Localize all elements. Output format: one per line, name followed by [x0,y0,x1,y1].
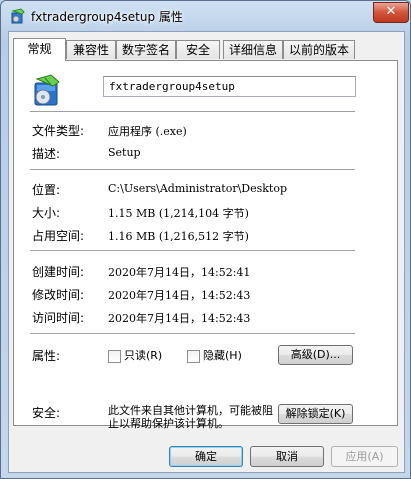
separator [30,169,355,170]
dialog-body: 常规 兼容性 数字签名 安全 详细信息 以前的版本 文件类型: 应用程序 (.e… [8,31,405,473]
modified-label: 修改时间: [32,288,85,302]
attributes-label: 属性: [32,349,61,363]
description-label: 描述: [32,147,61,161]
hidden-checkbox-label: 隐藏(H) [203,349,242,362]
ok-button[interactable]: 确定 [169,446,243,467]
file-type-label: 文件类型: [32,124,85,138]
cancel-button[interactable]: 取消 [250,446,324,467]
tab-compatibility[interactable]: 兼容性 [66,40,116,59]
tab-details[interactable]: 详细信息 [223,40,283,59]
separator [30,333,355,334]
separator [30,250,355,251]
title-bar[interactable]: fxtradergroup4setup 属性 ✕ [1,1,410,31]
location-value: C:\Users\Administrator\Desktop [108,182,288,195]
readonly-checkbox-label: 只读(R) [124,349,163,362]
hidden-checkbox[interactable]: 隐藏(H) [187,347,242,363]
advanced-button[interactable]: 高级(D)... [278,345,353,365]
location-label: 位置: [32,183,61,197]
accessed-label: 访问时间: [32,311,85,325]
size-value: 1.15 MB (1,214,104 字节) [108,207,249,220]
description-value: Setup [108,146,141,159]
general-panel: 文件类型: 应用程序 (.exe) 描述: Setup 位置: C:\Users… [13,60,398,430]
size-label: 大小: [32,206,61,220]
readonly-checkbox[interactable]: 只读(R) [108,347,162,363]
file-type-value: 应用程序 (.exe) [108,125,187,138]
size-on-disk-label: 占用空间: [32,229,85,243]
accessed-value: 2020年7月14日，14:52:43 [108,312,251,325]
separator [30,111,355,112]
tab-digital-signatures[interactable]: 数字签名 [116,40,176,59]
tab-strip: 常规 兼容性 数字签名 安全 详细信息 以前的版本 [11,38,401,61]
apply-button[interactable]: 应用(A) [331,446,398,467]
security-message: 此文件来自其他计算机，可能被阻止以帮助保护该计算机。 [108,404,273,430]
hidden-checkbox-box[interactable] [187,349,200,363]
tab-general[interactable]: 常规 [13,38,66,61]
size-on-disk-value: 1.16 MB (1,216,512 字节) [108,230,249,243]
security-label: 安全: [32,406,61,420]
created-value: 2020年7月14日，14:52:41 [108,266,251,279]
properties-window: fxtradergroup4setup 属性 ✕ 常规 兼容性 数字签名 安全 … [0,0,411,479]
window-title: fxtradergroup4setup 属性 [31,10,183,24]
created-label: 创建时间: [32,265,85,279]
tab-security[interactable]: 安全 [176,40,220,59]
setup-file-icon [34,74,60,106]
modified-value: 2020年7月14日，14:52:43 [108,289,251,302]
tab-previous-versions[interactable]: 以前的版本 [283,40,355,59]
readonly-checkbox-box[interactable] [108,349,121,363]
file-name-input[interactable] [103,76,356,97]
unblock-button[interactable]: 解除锁定(K) [278,404,353,424]
installer-icon [11,8,25,24]
close-button[interactable]: ✕ [373,2,409,23]
